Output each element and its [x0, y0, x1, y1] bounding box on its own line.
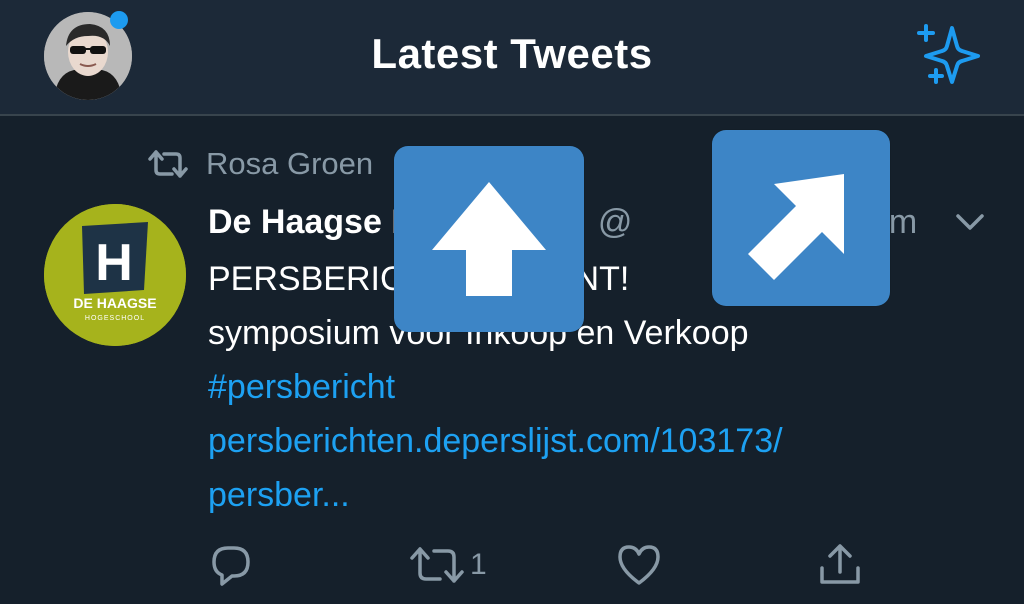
sparkle-icon[interactable]: [912, 22, 984, 86]
retweet-icon: [410, 547, 464, 583]
avatar-text-top: DE HAAGSE: [73, 295, 156, 311]
share-button[interactable]: [818, 540, 862, 590]
retweet-button[interactable]: 1: [408, 540, 487, 590]
hashtag-link[interactable]: #persbericht: [208, 360, 968, 414]
author-handle: @: [597, 202, 633, 241]
open-external-button[interactable]: [712, 130, 890, 306]
reply-button[interactable]: [208, 540, 254, 590]
retweeter-name: Rosa Groen: [206, 146, 374, 181]
retweet-count: 1: [470, 548, 487, 581]
app-root: Latest Tweets Rosa Groen H DE HAAGSE HOG…: [0, 0, 1024, 604]
share-icon: [820, 544, 860, 584]
author-avatar[interactable]: H DE HAAGSE HOGESCHOOL: [44, 204, 186, 346]
url-link[interactable]: persberichten.deperslijst.com/103173/: [208, 414, 968, 468]
chevron-down-icon[interactable]: [952, 204, 988, 240]
retweet-indicator-icon: [148, 150, 188, 178]
top-bar: Latest Tweets: [0, 0, 1024, 116]
tweet-actions: 1: [208, 540, 888, 590]
avatar-letter: H: [95, 234, 133, 292]
url-link-continued[interactable]: persber...: [208, 468, 968, 522]
notification-dot: [110, 11, 128, 29]
arrow-up-icon: [432, 182, 546, 296]
scroll-up-button[interactable]: [394, 146, 584, 332]
page-title: Latest Tweets: [371, 30, 653, 77]
heart-icon: [618, 545, 660, 585]
retweeted-by-row[interactable]: Rosa Groen: [148, 144, 373, 184]
arrow-up-right-icon: [748, 174, 844, 280]
like-button[interactable]: [616, 540, 662, 590]
reply-icon: [212, 546, 250, 586]
tweet-text-line: symposium voor Inkoop en Verkoop: [208, 314, 749, 352]
avatar-text-bottom: HOGESCHOOL: [85, 315, 145, 322]
